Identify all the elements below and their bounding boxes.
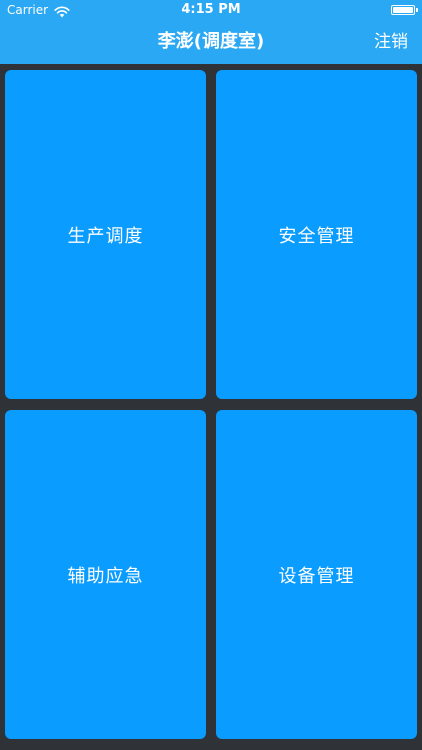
- tile-label: 生产调度: [67, 225, 144, 247]
- tile-label: 辅助应急: [67, 565, 144, 587]
- status-time: 4:15 PM: [181, 2, 241, 17]
- status-bar: Carrier 4:15 PM: [0, 0, 422, 20]
- tile-production-dispatch[interactable]: 生产调度: [5, 70, 206, 399]
- tile-label: 安全管理: [278, 225, 355, 247]
- menu-grid: 生产调度 安全管理 辅助应急 设备管理: [5, 70, 417, 740]
- battery-fill: [393, 7, 413, 13]
- battery-icon: [391, 5, 418, 15]
- tile-auxiliary-emergency[interactable]: 辅助应急: [5, 410, 206, 739]
- tile-label: 设备管理: [278, 565, 355, 587]
- logout-button[interactable]: 注销: [374, 20, 408, 64]
- nav-bar: 李澎(调度室) 注销: [0, 20, 422, 64]
- tile-safety-management[interactable]: 安全管理: [216, 70, 417, 399]
- battery-tip: [416, 8, 418, 12]
- top-header: Carrier 4:15 PM 李澎(调度室) 注销: [0, 0, 422, 64]
- page-title: 李澎(调度室): [157, 31, 265, 52]
- tile-equipment-management[interactable]: 设备管理: [216, 410, 417, 739]
